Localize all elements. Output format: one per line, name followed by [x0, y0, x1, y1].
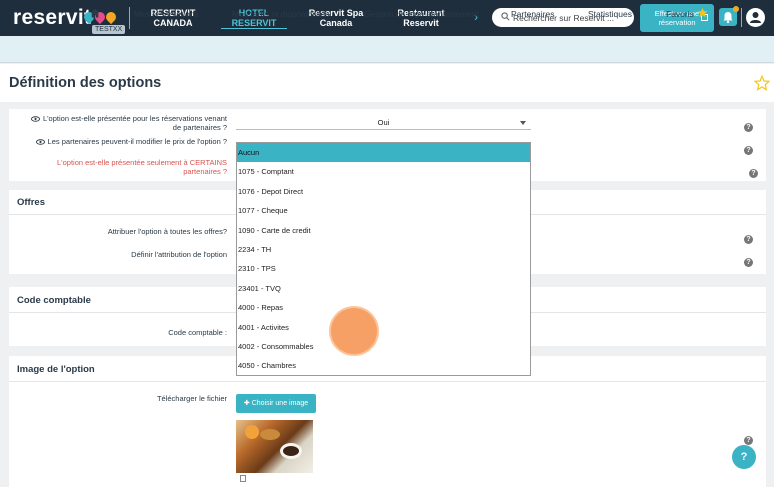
help-icon[interactable]: ? [744, 258, 753, 267]
eye-icon [30, 116, 40, 122]
menu-my-reservations[interactable]: Mes réservations [134, 9, 199, 19]
menu-statistics[interactable]: Statistiques [588, 9, 632, 19]
eye-icon [35, 139, 45, 145]
dropdown-option[interactable]: Aucun [237, 143, 530, 162]
search-icon [501, 12, 510, 21]
user-menu-button[interactable] [746, 8, 765, 27]
menu-partners[interactable]: Partenaires [511, 9, 554, 19]
dropdown-option[interactable]: 1076 - Depot Direct [237, 182, 530, 201]
divider [9, 381, 766, 382]
help-icon[interactable]: ? [749, 169, 758, 178]
help-chat-button[interactable]: ? [732, 445, 756, 469]
active-tab-indicator [221, 28, 287, 29]
dropdown-option[interactable]: 1077 - Cheque [237, 201, 530, 220]
dropdown-option[interactable]: 2310 - TPS [237, 259, 530, 278]
favorite-star-icon[interactable] [754, 75, 770, 91]
notification-dot [733, 6, 739, 12]
help-icon[interactable]: ? [744, 436, 753, 445]
accounting-code-dropdown[interactable]: Aucun 1075 - Comptant 1076 - Depot Direc… [236, 142, 531, 376]
dropdown-option[interactable]: 2234 - TH [237, 240, 530, 259]
menu-favorites[interactable]: Favoris [666, 9, 694, 19]
dropdown-option[interactable]: 4000 - Repas [237, 298, 530, 317]
dropdown-option[interactable]: 4050 - Chambres [237, 356, 530, 375]
page-title: Définition des options [9, 75, 162, 91]
account-badge: TESTXX [92, 25, 126, 34]
menu-rates-availability[interactable]: Mes tarifs et disponibilités [232, 9, 329, 19]
define-attribution-label: Définir l'attribution de l'option [131, 250, 227, 259]
star-icon [697, 7, 708, 18]
touch-indicator [329, 306, 379, 356]
dropdown-option[interactable]: 1090 - Carte de credit [237, 221, 530, 240]
certain-partners-label: L'option est-elle présentée seulement à … [57, 158, 227, 176]
user-icon [750, 12, 761, 23]
divider [741, 8, 742, 27]
attribute-all-offers-label: Attribuer l'option à toutes les offres? [107, 227, 227, 236]
help-icon[interactable]: ? [744, 123, 753, 132]
section-title-offres: Offres [17, 197, 45, 208]
help-icon[interactable]: ? [744, 146, 753, 155]
dropdown-option[interactable]: 4002 - Consommables [237, 337, 530, 356]
home-icon[interactable] [90, 8, 100, 18]
file-icon[interactable] [240, 475, 246, 482]
menu-property-management[interactable]: Gestion de mon établissement [364, 9, 479, 19]
dropdown-option[interactable]: 1075 - Comptant [237, 162, 530, 181]
caret-down-icon [520, 121, 526, 125]
partners-presented-select[interactable]: Oui [236, 117, 531, 130]
partners-modify-price-label: Les partenaires peuvent-il modifier le p… [25, 137, 227, 146]
dropdown-option[interactable]: 23401 - TVQ [237, 279, 530, 298]
upload-file-label: Télécharger le fichier [156, 394, 227, 403]
choose-image-button[interactable]: ✚ Choisir une image [236, 394, 316, 413]
accounting-code-label: Code comptable : [168, 328, 227, 337]
logo-pins-icon [81, 9, 119, 25]
main-menu [0, 36, 774, 63]
section-title-code-comptable: Code comptable [17, 295, 91, 306]
divider [129, 7, 130, 29]
option-image-thumbnail [236, 420, 313, 473]
dropdown-option[interactable]: 4001 - Activites [237, 318, 530, 337]
partners-question-label: L'option est-elle présentée pour les rés… [25, 114, 227, 132]
reservit-logo[interactable]: reservit [13, 6, 91, 30]
plus-icon: ✚ [243, 400, 252, 407]
section-title-image: Image de l'option [17, 364, 95, 375]
help-icon[interactable]: ? [744, 235, 753, 244]
